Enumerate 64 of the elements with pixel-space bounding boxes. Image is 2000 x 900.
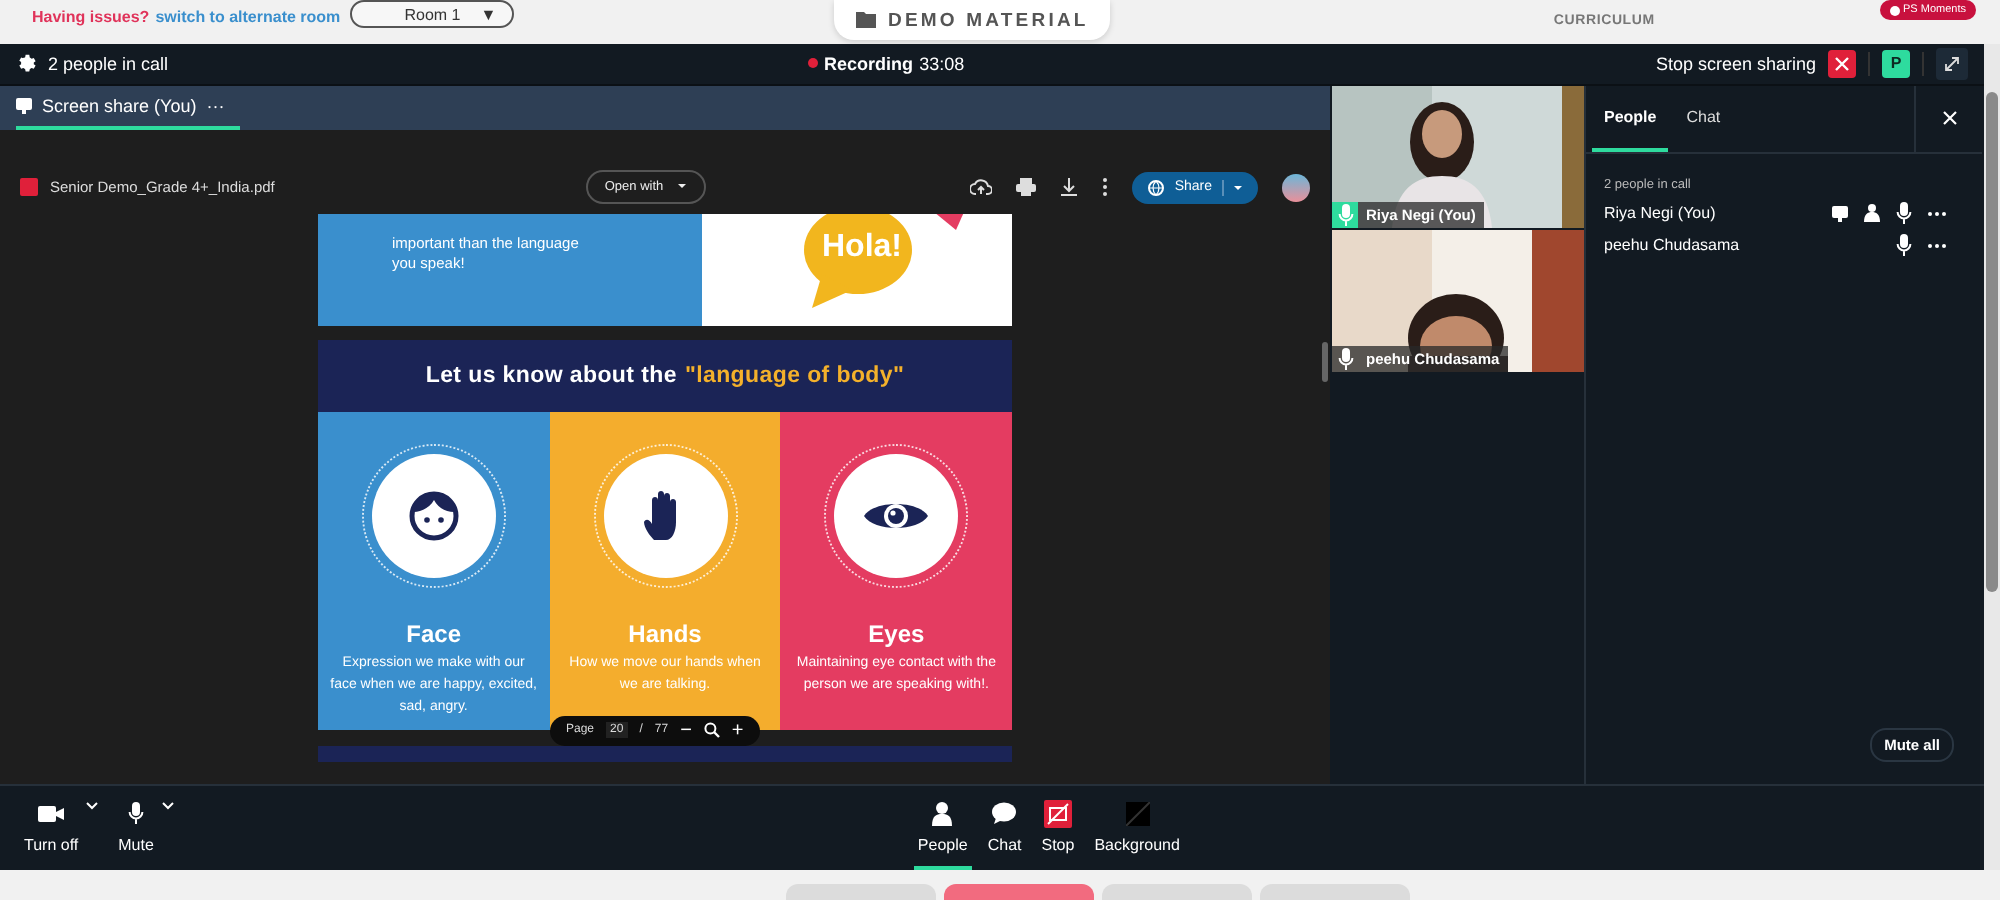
user-avatar[interactable]: P bbox=[1882, 49, 1910, 78]
topic-title: Face bbox=[406, 619, 462, 648]
download-icon[interactable] bbox=[1060, 178, 1079, 197]
warning-text: Having issues? bbox=[32, 8, 150, 26]
toolbar-button[interactable]: Mute bbox=[114, 786, 158, 870]
pdf-icon bbox=[20, 178, 38, 197]
recording-time: 33:08 bbox=[919, 53, 965, 74]
material-tab[interactable]: DEMO MATERIAL bbox=[834, 0, 1111, 40]
fullscreen-icon[interactable] bbox=[1936, 47, 1968, 80]
close-icon[interactable] bbox=[1941, 110, 1957, 127]
more-icon[interactable] bbox=[1102, 178, 1109, 197]
more-icon[interactable] bbox=[1928, 211, 1946, 216]
background-icon bbox=[1125, 801, 1150, 826]
slide-heading-highlight: "language of body" bbox=[684, 363, 905, 388]
people-count: 2 people in call bbox=[48, 53, 169, 74]
zoom-in-button[interactable]: + bbox=[731, 719, 744, 742]
screen-share-icon bbox=[16, 97, 32, 114]
topic-title: Hands bbox=[628, 619, 702, 648]
toolbar-button[interactable]: Stop bbox=[1037, 786, 1079, 870]
topic-title: Eyes bbox=[868, 619, 925, 648]
stop-sharing-button[interactable] bbox=[1828, 49, 1856, 78]
stop-sharing-label: Stop screen sharing bbox=[1655, 53, 1816, 74]
microphone-icon bbox=[1896, 234, 1912, 257]
screen-share-icon bbox=[1832, 205, 1848, 222]
zoom-out-button[interactable]: − bbox=[680, 719, 692, 742]
toolbar-button[interactable]: Background bbox=[1090, 786, 1184, 870]
caret-icon bbox=[675, 180, 688, 193]
print-icon[interactable] bbox=[1016, 178, 1037, 197]
cloud-upload-icon[interactable] bbox=[970, 178, 993, 197]
more-icon[interactable] bbox=[1928, 243, 1946, 248]
scroll-thumb[interactable] bbox=[1986, 92, 1998, 592]
globe-icon bbox=[1148, 179, 1165, 196]
toolbar-button[interactable]: Chat bbox=[983, 786, 1026, 870]
panel-tab[interactable]: People bbox=[1592, 85, 1669, 152]
person-icon bbox=[932, 801, 953, 826]
bubble-text: Hola! bbox=[822, 229, 902, 266]
folder-icon bbox=[856, 12, 876, 28]
chat-icon bbox=[992, 802, 1017, 825]
participant-name: peehu Chudasama bbox=[1604, 236, 1740, 255]
recording-dot bbox=[808, 58, 819, 69]
microphone-icon bbox=[1896, 202, 1912, 225]
stop-sharing-icon bbox=[1043, 799, 1072, 828]
face-icon bbox=[407, 489, 460, 542]
microphone-icon bbox=[128, 802, 145, 825]
close-icon bbox=[1834, 55, 1850, 72]
toolbar-button[interactable]: Turn off bbox=[20, 786, 83, 870]
settings-icon[interactable] bbox=[16, 52, 38, 75]
microphone-icon bbox=[1337, 203, 1353, 226]
person-icon[interactable] bbox=[1864, 204, 1880, 223]
slide-heading: Let us know about the bbox=[425, 363, 677, 388]
toolbar-button[interactable]: People bbox=[913, 786, 972, 870]
microphone-icon bbox=[1337, 347, 1353, 370]
caret-icon[interactable] bbox=[86, 802, 99, 811]
caret-icon[interactable] bbox=[161, 802, 174, 811]
participant-name: Riya Negi (You) bbox=[1604, 204, 1716, 223]
caret-icon[interactable] bbox=[1234, 185, 1242, 190]
account-avatar[interactable] bbox=[1282, 173, 1310, 202]
camera-icon bbox=[38, 805, 65, 822]
recording-label: Recording bbox=[824, 53, 914, 74]
screen-share-tab[interactable]: Screen share (You) ··· bbox=[16, 85, 241, 130]
room-dropdown[interactable]: Room 1 ▼ bbox=[350, 0, 515, 28]
zoom-icon[interactable] bbox=[703, 722, 720, 739]
panel-tab[interactable]: Chat bbox=[1674, 85, 1733, 152]
scroll-thumb[interactable] bbox=[1322, 341, 1328, 382]
